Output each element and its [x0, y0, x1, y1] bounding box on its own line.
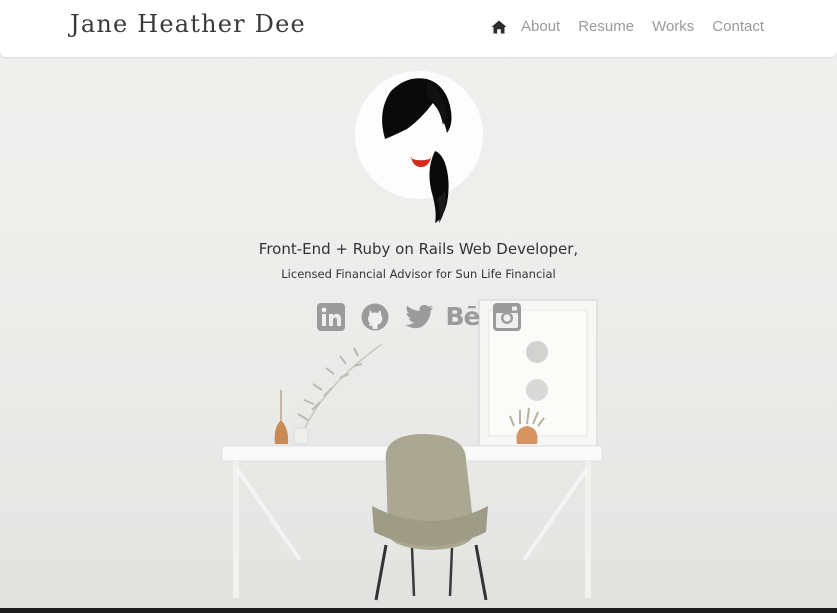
- navbar: Jane Heather Dee About Resume Works Cont…: [0, 0, 837, 57]
- behance-glyph: Bē: [445, 302, 481, 331]
- home-icon[interactable]: [491, 19, 507, 35]
- nav-link-works[interactable]: Works: [652, 18, 694, 35]
- behance-icon[interactable]: Bē: [445, 302, 481, 332]
- avatar: [355, 71, 483, 223]
- nav-link-resume[interactable]: Resume: [578, 18, 634, 35]
- instagram-icon[interactable]: [492, 302, 522, 332]
- nav-link-about[interactable]: About: [521, 18, 560, 35]
- linkedin-icon[interactable]: [316, 302, 346, 332]
- social-links: Bē: [0, 302, 837, 332]
- github-icon[interactable]: [360, 302, 390, 332]
- bottom-edge: [0, 608, 837, 613]
- hero-subline: Licensed Financial Advisor for Sun Life …: [281, 267, 556, 281]
- nav-link-contact[interactable]: Contact: [712, 18, 764, 35]
- site-brand[interactable]: Jane Heather Dee: [70, 10, 306, 38]
- hero-section: Front-End + Ruby on Rails Web Developer,…: [0, 0, 837, 608]
- avatar-illustration: [382, 78, 452, 223]
- hero-headline: Front-End + Ruby on Rails Web Developer,: [258, 240, 579, 258]
- nav-menu: About Resume Works Contact: [491, 18, 764, 35]
- twitter-icon[interactable]: [404, 302, 434, 332]
